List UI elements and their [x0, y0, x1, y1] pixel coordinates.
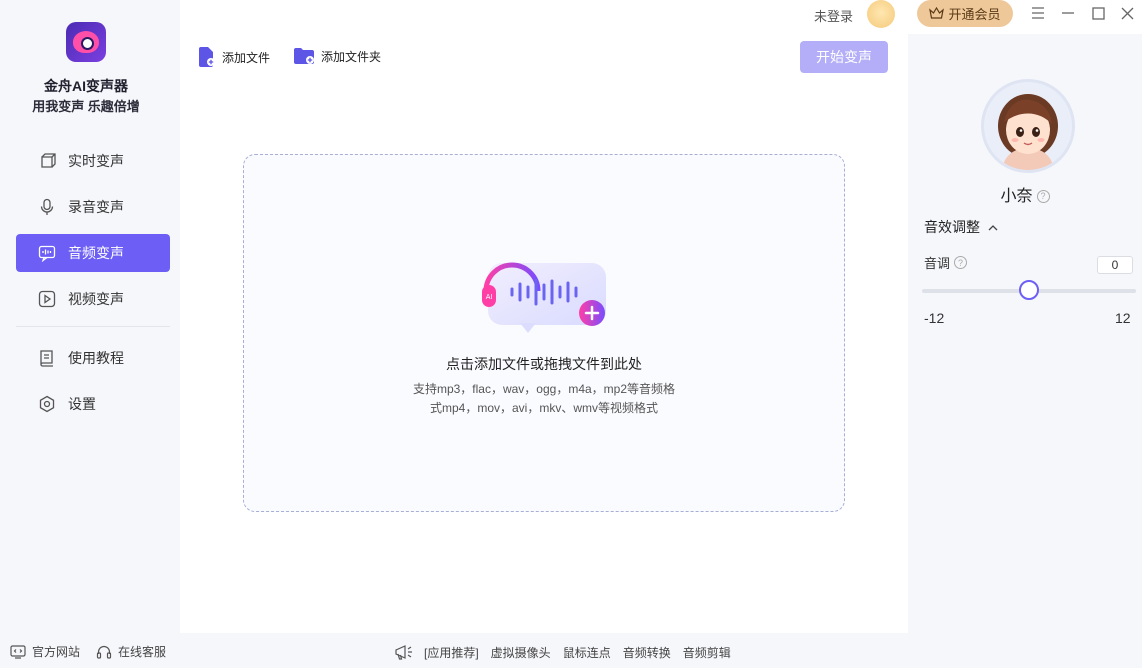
dropzone-formats-line1: 支持mp3，flac，wav，ogg，m4a，mp2等音频格	[244, 380, 844, 397]
add-folder-icon	[293, 47, 315, 65]
sidebar-item-label: 实时变声	[68, 151, 124, 171]
official-website-label: 官方网站	[32, 643, 80, 660]
add-folder-button[interactable]: 添加文件夹	[293, 47, 381, 65]
cube-icon	[38, 152, 56, 170]
play-icon	[38, 290, 56, 308]
online-support-link[interactable]: 在线客服	[96, 643, 166, 660]
online-support-label: 在线客服	[118, 643, 166, 660]
sidebar-item-label: 设置	[68, 394, 96, 414]
app-name: 金舟AI变声器	[0, 76, 172, 96]
sidebar-item-audio[interactable]: 音频变声	[16, 234, 170, 272]
help-icon[interactable]: ?	[1037, 190, 1050, 203]
file-dropzone[interactable]: AI 点击添加文件或拖拽文件到此处 支持mp3，flac，wav，ogg，m4a…	[243, 154, 845, 512]
voice-avatar[interactable]	[981, 79, 1075, 173]
sidebar-item-realtime[interactable]: 实时变声	[16, 142, 170, 180]
microphone-icon	[38, 198, 56, 216]
website-icon	[10, 645, 26, 659]
app-recommend-label: [应用推荐]	[424, 644, 479, 661]
close-icon[interactable]	[1119, 5, 1135, 21]
user-avatar[interactable]	[867, 0, 895, 28]
start-button[interactable]: 开始变声	[800, 41, 888, 73]
crown-icon	[929, 7, 944, 20]
sidebar-item-tutorial[interactable]: 使用教程	[16, 339, 170, 377]
help-icon[interactable]: ?	[954, 256, 967, 269]
sidebar-item-record[interactable]: 录音变声	[16, 188, 170, 226]
vip-button[interactable]: 开通会员	[917, 0, 1013, 27]
svg-text:AI: AI	[486, 294, 493, 301]
login-link[interactable]: 未登录	[814, 6, 853, 25]
sidebar-item-label: 视频变声	[68, 289, 124, 309]
sidebar-item-video[interactable]: 视频变声	[16, 280, 170, 318]
pitch-label-text: 音调	[924, 253, 950, 272]
footer-bar: 官方网站 在线客服 [应用推荐] 虚拟摄像头 鼠标连点 音频转换 音频剪辑	[0, 633, 1142, 668]
chevron-up-icon	[988, 224, 998, 231]
sidebar-item-label: 使用教程	[68, 348, 124, 368]
add-file-button[interactable]: 添加文件	[198, 47, 270, 67]
app-logo	[66, 22, 106, 62]
add-file-label: 添加文件	[222, 49, 270, 66]
settings-icon	[38, 395, 56, 413]
pitch-slider-thumb[interactable]	[1019, 280, 1039, 300]
app-slogan: 用我变声 乐趣倍增	[0, 96, 172, 115]
pitch-max-label: 12	[1115, 310, 1131, 326]
voice-settings-panel: 小奈? 音效调整 音调? 0 -12 12	[908, 34, 1142, 633]
audio-wave-icon	[38, 244, 56, 262]
footer-app-link[interactable]: 虚拟摄像头	[491, 644, 551, 661]
add-file-icon	[198, 47, 216, 67]
effect-adjust-toggle[interactable]: 音效调整	[924, 217, 998, 237]
sidebar-item-settings[interactable]: 设置	[16, 385, 170, 423]
footer-app-link[interactable]: 音频剪辑	[683, 644, 731, 661]
sidebar: 金舟AI变声器 用我变声 乐趣倍增 实时变声 录音变声 音频变声 视频变声	[0, 0, 180, 633]
pitch-min-label: -12	[924, 310, 944, 326]
headset-icon	[96, 644, 112, 660]
dropzone-formats-line2: 式mp4，mov，avi，mkv、wmv等视频格式	[244, 399, 844, 416]
audio-upload-icon: AI	[480, 251, 610, 333]
footer-app-link[interactable]: 音频转换	[623, 644, 671, 661]
dropzone-title: 点击添加文件或拖拽文件到此处	[244, 354, 844, 374]
effect-title-text: 音效调整	[924, 217, 980, 237]
sidebar-nav: 实时变声 录音变声 音频变声 视频变声 使用教程	[16, 142, 170, 431]
official-website-link[interactable]: 官方网站	[10, 643, 80, 660]
minimize-icon[interactable]	[1060, 5, 1076, 21]
sidebar-item-label: 录音变声	[68, 197, 124, 217]
voice-name-text: 小奈	[1000, 188, 1032, 205]
vip-label: 开通会员	[948, 4, 1000, 23]
sidebar-item-label: 音频变声	[68, 243, 124, 263]
megaphone-icon	[394, 643, 414, 661]
voice-name: 小奈?	[908, 182, 1142, 206]
pitch-value-input[interactable]: 0	[1097, 256, 1133, 274]
maximize-icon[interactable]	[1090, 5, 1106, 21]
footer-app-link[interactable]: 鼠标连点	[563, 644, 611, 661]
book-icon	[38, 349, 56, 367]
add-folder-label: 添加文件夹	[321, 48, 381, 65]
nav-divider	[16, 326, 170, 327]
menu-icon[interactable]	[1030, 5, 1046, 21]
pitch-label: 音调?	[924, 253, 967, 272]
